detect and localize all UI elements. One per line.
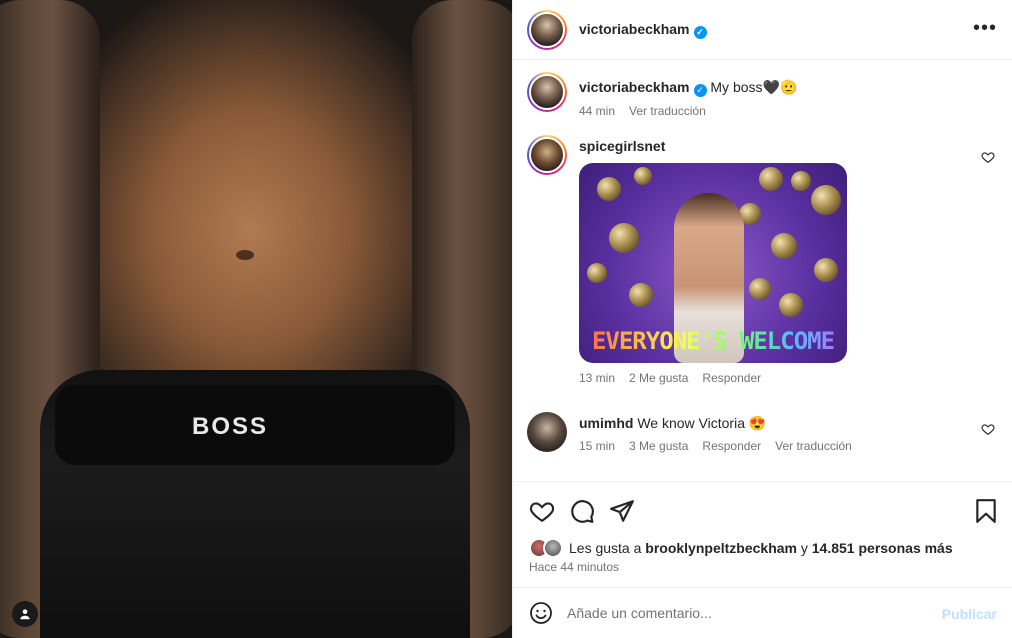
comment-reply-link[interactable]: Responder [702,439,761,453]
comment-gif[interactable]: EVERYONE'S WELCOME [579,163,847,363]
comment-username[interactable]: umimhd [579,415,633,431]
caption-username[interactable]: victoriabeckham [579,79,690,95]
save-bookmark-icon[interactable] [973,498,999,524]
likers-avatars [529,538,563,558]
add-comment-bar: Publicar [513,587,1012,638]
post-time-ago[interactable]: Hace 44 minutos [529,560,619,574]
likes-prefix: Les gusta a [569,540,642,556]
likes-user-link[interactable]: brooklynpeltzbeckham [645,540,797,556]
waistband-brand-text: BOSS [192,413,269,440]
like-heart-icon[interactable] [529,498,555,524]
comment-like-heart-icon[interactable] [981,422,995,436]
post-header: victoriabeckham ✓ ••• [513,0,1012,60]
comment-time: 15 min [579,439,616,453]
caption-time: 44 min [579,104,616,118]
header-username-text[interactable]: victoriabeckham [579,21,690,37]
caption-avatar[interactable] [527,72,567,112]
comment-avatar[interactable] [527,412,567,452]
comment-likes-link[interactable]: 2 Me gusta [629,371,688,385]
emoji-icon[interactable] [529,601,553,625]
gif-caption-text: EVERYONE'S WELCOME [579,327,847,355]
comment-reply-link[interactable]: Responder [702,371,761,385]
caption-text: My boss🖤🫡 [710,79,798,95]
publish-button[interactable]: Publicar [942,606,997,622]
post-actions: Les gusta a brooklynpeltzbeckham y 14.85… [513,481,1012,587]
caption-translate-link[interactable]: Ver traducción [629,104,706,118]
more-options-icon[interactable]: ••• [973,18,997,38]
verified-icon: ✓ [693,25,707,39]
author-avatar[interactable] [527,9,567,50]
comment-time: 13 min [579,371,616,385]
likes-count-link[interactable]: 14.851 personas más [812,540,953,556]
comment-text: We know Victoria 😍 [637,415,767,431]
comment-username[interactable]: spicegirlsnet [579,138,665,154]
comment-like-heart-icon[interactable] [981,150,995,164]
tagged-user-icon[interactable] [12,601,38,627]
comments-list[interactable]: victoriabeckham ✓ My boss🖤🫡 44 min Ver tr… [513,60,1012,480]
share-send-icon[interactable] [609,498,635,524]
comment-translate-link[interactable]: Ver traducción [775,439,852,453]
likes-summary[interactable]: Les gusta a brooklynpeltzbeckham y 14.85… [529,538,953,558]
navel-shape [236,250,254,260]
caption-verified-icon: ✓ [693,84,707,97]
comment-input[interactable] [567,605,927,621]
post-detail-panel: victoriabeckham ✓ ••• victoriabeckham ✓ My… [512,0,1012,638]
comment-avatar[interactable] [527,135,567,175]
comment-bubble-icon[interactable] [569,498,595,524]
post-image[interactable]: BOSS [0,0,512,638]
likes-mid: y [800,540,808,556]
comment-likes-link[interactable]: 3 Me gusta [629,439,688,453]
header-username[interactable]: victoriabeckham ✓ [579,21,707,39]
